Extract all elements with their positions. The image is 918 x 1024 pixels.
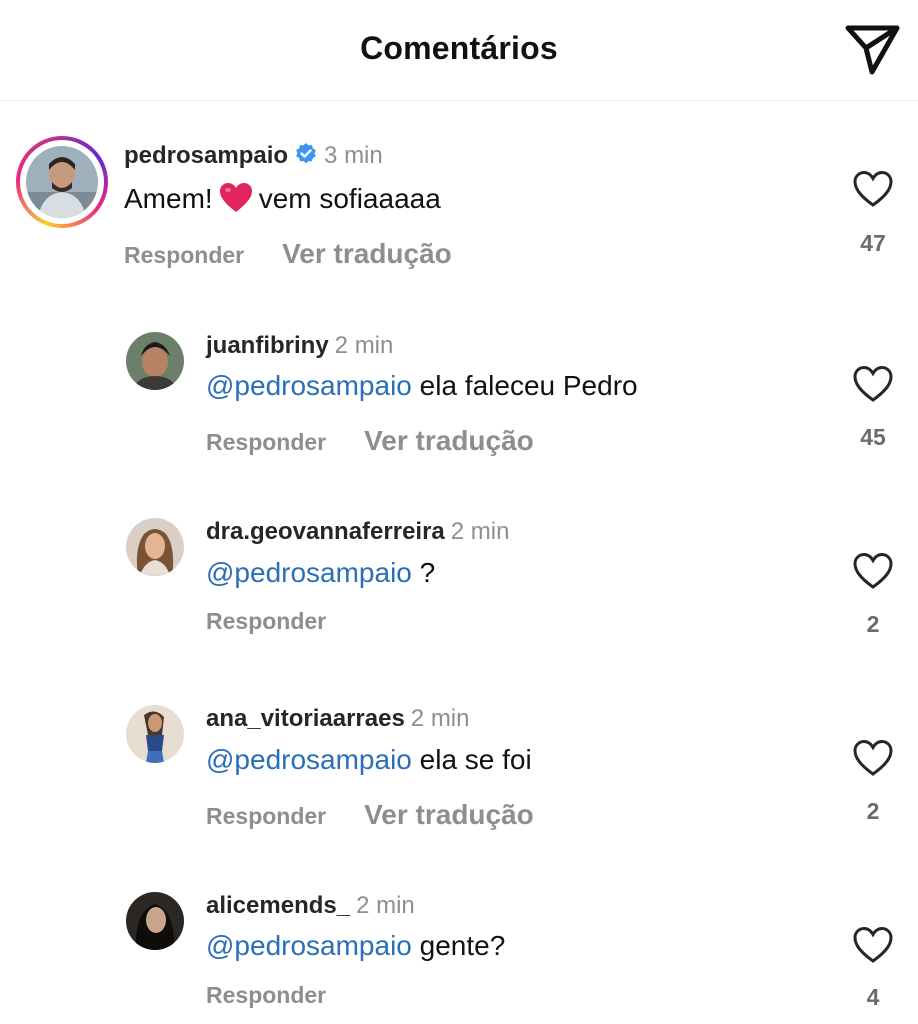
timestamp: 2 min [450,518,510,545]
timestamp: 2 min [356,892,415,919]
username[interactable]: dra.geovannaferreira [206,518,445,545]
username[interactable]: juanfibriny [206,332,329,359]
comment-actions: Responder Ver tradução [206,425,534,457]
reply-button[interactable]: Responder [206,608,326,635]
like-button[interactable] [852,926,894,969]
red-heart-emoji [219,182,253,221]
reply-button[interactable]: Responder [206,429,326,456]
mention-link[interactable]: @pedrosampaio [206,370,412,401]
timestamp: 2 min [334,332,394,359]
username[interactable]: pedrosampaio [124,142,288,169]
comment-actions: Responder [206,608,326,635]
paper-plane-icon [845,25,900,75]
like-button[interactable] [852,552,894,595]
avatar[interactable] [126,518,184,576]
timestamp: 3 min [324,142,383,169]
like-count: 45 [860,424,886,450]
comment-meta: pedrosampaio 3 min [124,142,383,171]
reply-button[interactable]: Responder [206,803,326,830]
like-count: 4 [866,984,880,1010]
comment-actions: Responder Ver tradução [124,238,452,270]
mention-link[interactable]: @pedrosampaio [206,557,412,588]
comment-meta: alicemends_ 2 min [206,892,415,920]
heart-outline-icon [853,170,893,207]
share-button[interactable] [842,22,902,76]
comment-meta: ana_vitoriaarraes 2 min [206,705,469,733]
like-count: 2 [866,798,880,824]
like-button[interactable] [852,170,894,213]
comment-text: @pedrosampaio ela faleceu Pedro [206,370,638,401]
comment-meta: juanfibriny 2 min [206,332,393,360]
comment-text: @pedrosampaio ? [206,557,436,588]
see-translation-button[interactable]: Ver tradução [364,799,534,831]
mention-link[interactable]: @pedrosampaio [206,744,412,775]
comment-text: Amem! vem sofiaaaaa [124,182,441,221]
heart-outline-icon [853,365,893,402]
like-button[interactable] [852,365,894,408]
comment-actions: Responder Ver tradução [206,799,534,831]
see-translation-button[interactable]: Ver tradução [364,425,534,457]
heart-outline-icon [853,552,893,589]
like-count: 47 [860,230,886,256]
username[interactable]: alicemends_ [206,892,350,919]
comment-meta: dra.geovannaferreira 2 min [206,518,509,546]
avatar[interactable] [126,892,184,950]
comment-actions: Responder [206,982,326,1009]
reply-button[interactable]: Responder [124,242,244,269]
avatar[interactable] [126,332,184,390]
heart-outline-icon [853,926,893,963]
like-button[interactable] [852,739,894,782]
mention-link[interactable]: @pedrosampaio [206,930,412,961]
username[interactable]: ana_vitoriaarraes [206,705,405,732]
timestamp: 2 min [410,705,470,732]
verified-badge-icon [294,142,318,171]
avatar[interactable] [26,146,98,218]
comment-text: @pedrosampaio ela se foi [206,744,532,775]
comment-text: @pedrosampaio gente? [206,930,506,961]
like-count: 2 [866,611,880,637]
avatar[interactable] [126,705,184,763]
header: Comentários [0,0,918,101]
see-translation-button[interactable]: Ver tradução [282,238,452,270]
reply-button[interactable]: Responder [206,982,326,1009]
heart-outline-icon [853,739,893,776]
page-title: Comentários [360,30,558,66]
